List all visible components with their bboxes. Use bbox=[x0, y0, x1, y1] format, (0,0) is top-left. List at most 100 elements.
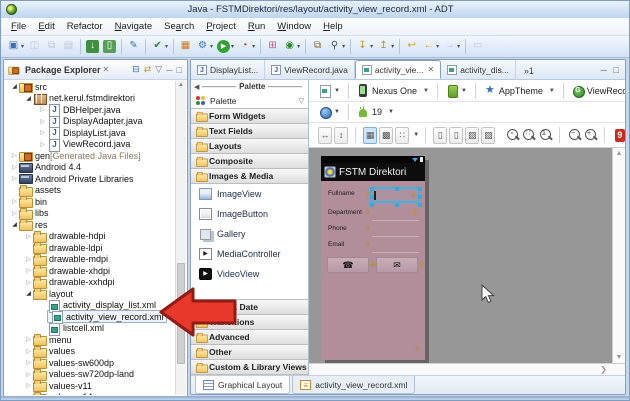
snap-to-grid-button[interactable]: ▦ bbox=[363, 126, 378, 144]
view-menu-icon[interactable]: ▽ bbox=[155, 64, 162, 75]
toolbar-run-button[interactable]: ▶ ▾ bbox=[216, 38, 235, 56]
bottom-tab-graphical-layout[interactable]: Graphical Layout bbox=[195, 376, 291, 394]
palette-item-imagebutton[interactable]: ImageButton bbox=[191, 204, 308, 224]
design-canvas[interactable]: FSTM Direktori Fullname ⚠ ⚠ Department ⚠ ⚠ Pho… bbox=[309, 148, 612, 363]
toolbar-lint-button[interactable]: ✎ bbox=[126, 38, 141, 56]
menu-file[interactable]: File bbox=[5, 19, 32, 34]
expand-icon[interactable]: ▷ bbox=[24, 267, 33, 274]
zoom-in-icon[interactable]: + bbox=[584, 128, 596, 143]
toolbar-profile-button[interactable]: ◔ ▾ bbox=[237, 38, 256, 56]
minimize-view-icon[interactable]: ─ bbox=[166, 65, 172, 75]
menu-help[interactable]: Help bbox=[317, 19, 349, 34]
activity-selector[interactable]: ViewRecord▼ bbox=[572, 84, 625, 98]
palette-item-mediacontroller[interactable]: MediaController bbox=[191, 244, 308, 264]
expand-icon[interactable]: ▷ bbox=[24, 359, 33, 366]
email-button[interactable]: ✉ bbox=[376, 257, 418, 273]
expand-icon[interactable]: ▷ bbox=[10, 175, 19, 182]
config-selector[interactable]: ▼ bbox=[319, 84, 340, 98]
menu-project[interactable]: Project bbox=[200, 19, 242, 34]
tree-item-values-sw720dp-land[interactable]: ▷ values-sw720dp-land bbox=[5, 368, 175, 381]
toolbar-next-annotation-button[interactable]: ↧ ▾ bbox=[355, 38, 374, 56]
toolbar-open-resource-button[interactable]: ⧉ bbox=[310, 38, 325, 56]
grid-options-button[interactable]: ∷ bbox=[395, 126, 410, 144]
tree-item-drawable-xxhdpi[interactable]: ▷ drawable-xxhdpi bbox=[5, 276, 175, 289]
selection-handle[interactable] bbox=[418, 195, 422, 199]
editor-minimize-maximize-buttons[interactable]: ─ □ bbox=[601, 65, 621, 75]
tree-item-values[interactable]: ▷ values bbox=[5, 345, 175, 358]
palette-category-composite[interactable]: Composite bbox=[191, 153, 308, 169]
menu-navigate[interactable]: Navigate bbox=[109, 19, 159, 34]
toolbar-back-button[interactable]: ← ▾ bbox=[421, 38, 440, 56]
expand-horizontal-button[interactable]: ↔ bbox=[318, 126, 333, 144]
edittext-phone[interactable] bbox=[372, 226, 419, 237]
selection-handle[interactable] bbox=[418, 187, 422, 191]
canvas-vertical-scrollbar[interactable]: ▲ ▼ bbox=[612, 148, 625, 363]
tree-item-activity-view-record-xml[interactable]: activity_view_record.xml bbox=[5, 310, 175, 325]
expand-icon[interactable]: ▷ bbox=[10, 210, 19, 217]
expand-icon[interactable]: ▷ bbox=[24, 233, 33, 240]
collapse-icon[interactable]: ◢ bbox=[24, 95, 33, 102]
show-image-overlay-button[interactable]: ▨ bbox=[465, 126, 480, 144]
expand-icon[interactable]: ▷ bbox=[24, 382, 33, 389]
palette-category-custom-library-views[interactable]: Custom & Library Views bbox=[191, 359, 308, 375]
tab-overflow-indicator[interactable]: »1 bbox=[524, 66, 534, 76]
menu-refactor[interactable]: Refactor bbox=[61, 19, 109, 34]
toolbar-new-android-project-button[interactable]: ▦ bbox=[178, 38, 193, 56]
expand-vertical-button[interactable]: ↕ bbox=[334, 126, 349, 144]
package-explorer-scrollbar[interactable]: ▲ bbox=[175, 81, 186, 395]
expand-icon[interactable]: ▷ bbox=[24, 394, 33, 396]
tree-item-drawable-ldpi[interactable]: drawable-ldpi bbox=[5, 242, 175, 255]
expand-icon[interactable]: ▷ bbox=[24, 256, 33, 263]
tree-item-viewrecord-java[interactable]: ▷ ViewRecord.java bbox=[5, 138, 175, 152]
tree-item-values-v11[interactable]: ▷ values-v11 bbox=[5, 380, 175, 393]
toolbar-junit-button[interactable]: ✔ ▾ bbox=[150, 38, 169, 56]
menu-window[interactable]: Window bbox=[271, 19, 317, 34]
zoom-selection-icon[interactable]: ∷ bbox=[522, 128, 535, 143]
tree-item-layout[interactable]: ◢ layout bbox=[5, 288, 175, 301]
tree-item-gen[interactable]: ▷ gen [Generated Java Files] bbox=[5, 150, 175, 163]
expand-icon[interactable]: ▷ bbox=[24, 336, 33, 343]
tree-item-menu[interactable]: ▷ menu bbox=[5, 334, 175, 347]
editor-tab-viewrecord-java[interactable]: ViewRecord.java bbox=[265, 60, 355, 79]
call-button[interactable]: ☎ bbox=[327, 257, 369, 273]
menu-run[interactable]: Run bbox=[242, 19, 271, 34]
locale-selector[interactable]: ▼ bbox=[319, 106, 340, 119]
titlebar[interactable]: Java - FSTMDirektori/res/layout/activity… bbox=[1, 1, 629, 18]
tree-item-displayadapter-java[interactable]: ▷ DisplayAdapter.java bbox=[5, 115, 175, 129]
palette-collapse-header[interactable]: ◀ Palette bbox=[191, 80, 308, 93]
close-view-icon[interactable]: ✕ bbox=[103, 65, 110, 74]
canvas-horizontal-scrollbar[interactable]: ❯ bbox=[309, 363, 625, 375]
expand-icon[interactable]: ▷ bbox=[24, 348, 33, 355]
tree-item-displaylist-java[interactable]: ▷ DisplayList.java bbox=[5, 127, 175, 141]
collapse-icon[interactable]: ◢ bbox=[24, 290, 33, 297]
scroll-right-icon[interactable]: ❯ bbox=[600, 365, 607, 374]
maximize-view-icon[interactable]: □ bbox=[177, 65, 182, 75]
tree-item-res[interactable]: ◢ res bbox=[5, 219, 175, 232]
device-selector[interactable]: Nexus One ▼ bbox=[357, 84, 429, 97]
collapse-left-icon[interactable]: ◀ bbox=[194, 83, 199, 91]
toolbar-previous-annotation-button[interactable]: ↥ ▾ bbox=[376, 38, 395, 56]
show-grid-button[interactable]: ▩ bbox=[379, 126, 394, 144]
palette-category-layouts[interactable]: Layouts bbox=[191, 138, 308, 154]
tree-item-libs[interactable]: ▷ libs bbox=[5, 207, 175, 220]
palette-category-form-widgets[interactable]: Form Widgets bbox=[191, 108, 308, 124]
bottom-tab-activity-view-record-xml[interactable]: activity_view_record.xml bbox=[292, 376, 416, 394]
tree-item-net-kerul-fstmdirektori[interactable]: ◢ net.kerul.fstmdirektori bbox=[5, 93, 175, 105]
show-selection-button[interactable]: ▯ bbox=[449, 126, 464, 144]
scrollbar-thumb[interactable] bbox=[177, 263, 185, 364]
tree-item-android-4-4[interactable]: ▷ Android 4.4 bbox=[5, 162, 175, 174]
tree-item-src[interactable]: ◢ src bbox=[5, 81, 175, 94]
tree-item-values-sw600dp[interactable]: ▷ values-sw600dp bbox=[5, 357, 175, 370]
toolbar-android-sdk-manager-button[interactable]: ↓ bbox=[85, 38, 100, 56]
selection-handle[interactable] bbox=[395, 187, 399, 191]
scroll-up-icon[interactable]: ▲ bbox=[616, 150, 623, 157]
palette-item-imageview[interactable]: ImageView bbox=[191, 184, 308, 204]
toolbar-coverage-button[interactable]: ◉ ▾ bbox=[282, 38, 301, 56]
palette-category-other[interactable]: Other bbox=[191, 344, 308, 360]
editor-tab-activity-dis[interactable]: activity_dis... bbox=[441, 60, 516, 79]
palette-category-text-fields[interactable]: Text Fields bbox=[191, 123, 308, 139]
zoom-out-icon[interactable]: − bbox=[568, 128, 580, 143]
palette-item-gallery[interactable]: Gallery bbox=[191, 224, 308, 244]
editor-tab-activity-vie[interactable]: activity_vie... ✕ bbox=[354, 60, 442, 79]
palette-menu-icon[interactable]: ▽ bbox=[299, 97, 304, 105]
